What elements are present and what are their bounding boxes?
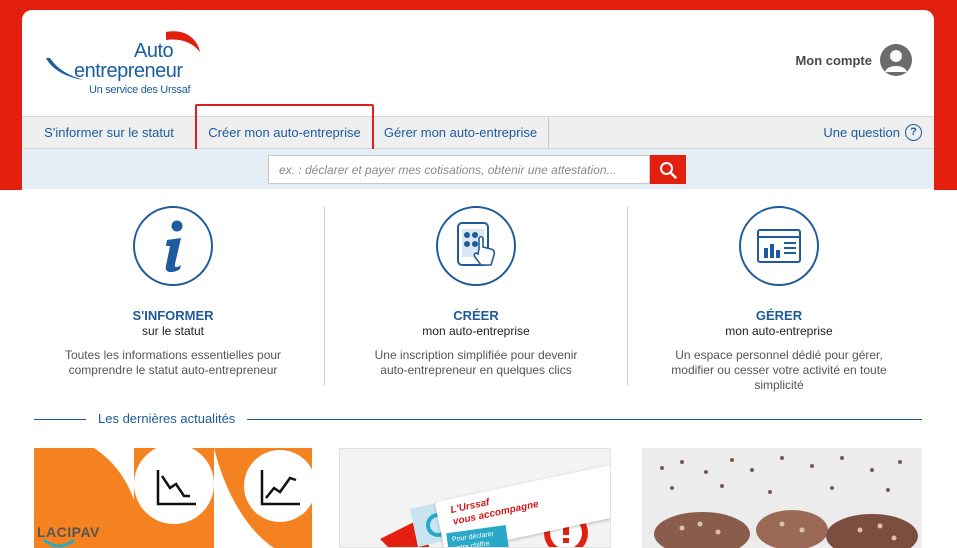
logo-line-entrepreneur: entrepreneur [74, 60, 183, 82]
account-label: Mon compte [795, 52, 872, 68]
news-section-title: Les dernières actualités [86, 411, 248, 426]
cipav-logo-text: LACIPAV [37, 524, 100, 540]
feature-title: CRÉER [453, 308, 499, 323]
nav-item-gerer[interactable]: Gérer mon auto-entreprise [373, 117, 549, 148]
feature-creer: CRÉER mon auto-entreprise Une inscriptio… [324, 206, 626, 386]
logo-tagline: Un service des Urssaf [89, 84, 191, 96]
news-card-cipav[interactable]: LACIPAV [34, 448, 312, 548]
news-card-urssaf[interactable]: L'Urssaf vous accompagne Pour déclarer v… [339, 448, 611, 548]
auto-entrepreneur-logo[interactable]: Auto entrepreneur Un service des Urssaf [46, 30, 206, 100]
crowd-illustration [642, 448, 922, 548]
main-card: Auto entrepreneur Un service des Urssaf … [22, 10, 934, 548]
feature-description: Toutes les informations essentielles pou… [64, 348, 282, 377]
search-icon [660, 161, 677, 179]
nav-question-link[interactable]: Une question ? [823, 117, 922, 148]
feature-gerer: GÉRER mon auto-entreprise Un espace pers… [627, 206, 929, 392]
question-icon: ? [905, 124, 922, 141]
nav-item-sinformer[interactable]: S'informer sur le statut [22, 117, 197, 148]
main-nav: S'informer sur le statut Créer mon auto-… [22, 116, 934, 149]
search-input[interactable] [268, 155, 650, 184]
feature-sinformer: S'INFORMER sur le statut Toutes les info… [22, 206, 324, 386]
info-icon[interactable] [133, 206, 213, 286]
feature-subtitle: mon auto-entreprise [725, 324, 833, 338]
search-button[interactable] [650, 155, 686, 184]
feature-title: GÉRER [755, 308, 803, 323]
dashboard-window-icon[interactable] [739, 206, 819, 286]
feature-title: S'INFORMER [132, 308, 214, 323]
tablet-touch-icon[interactable] [436, 206, 516, 286]
search-bar [22, 149, 934, 189]
account-button[interactable]: Mon compte [795, 44, 912, 76]
news-card-crowd[interactable] [642, 448, 922, 548]
nav-item-creer[interactable]: Créer mon auto-entreprise [197, 117, 373, 148]
feature-subtitle: mon auto-entreprise [422, 324, 530, 338]
feature-description: Une inscription simplifiée pour devenir … [374, 348, 578, 377]
feature-description: Un espace personnel dédié pour gérer, mo… [671, 348, 887, 392]
feature-subtitle: sur le statut [141, 324, 205, 338]
nav-question-label: Une question [823, 125, 900, 140]
user-avatar-icon [880, 44, 912, 76]
